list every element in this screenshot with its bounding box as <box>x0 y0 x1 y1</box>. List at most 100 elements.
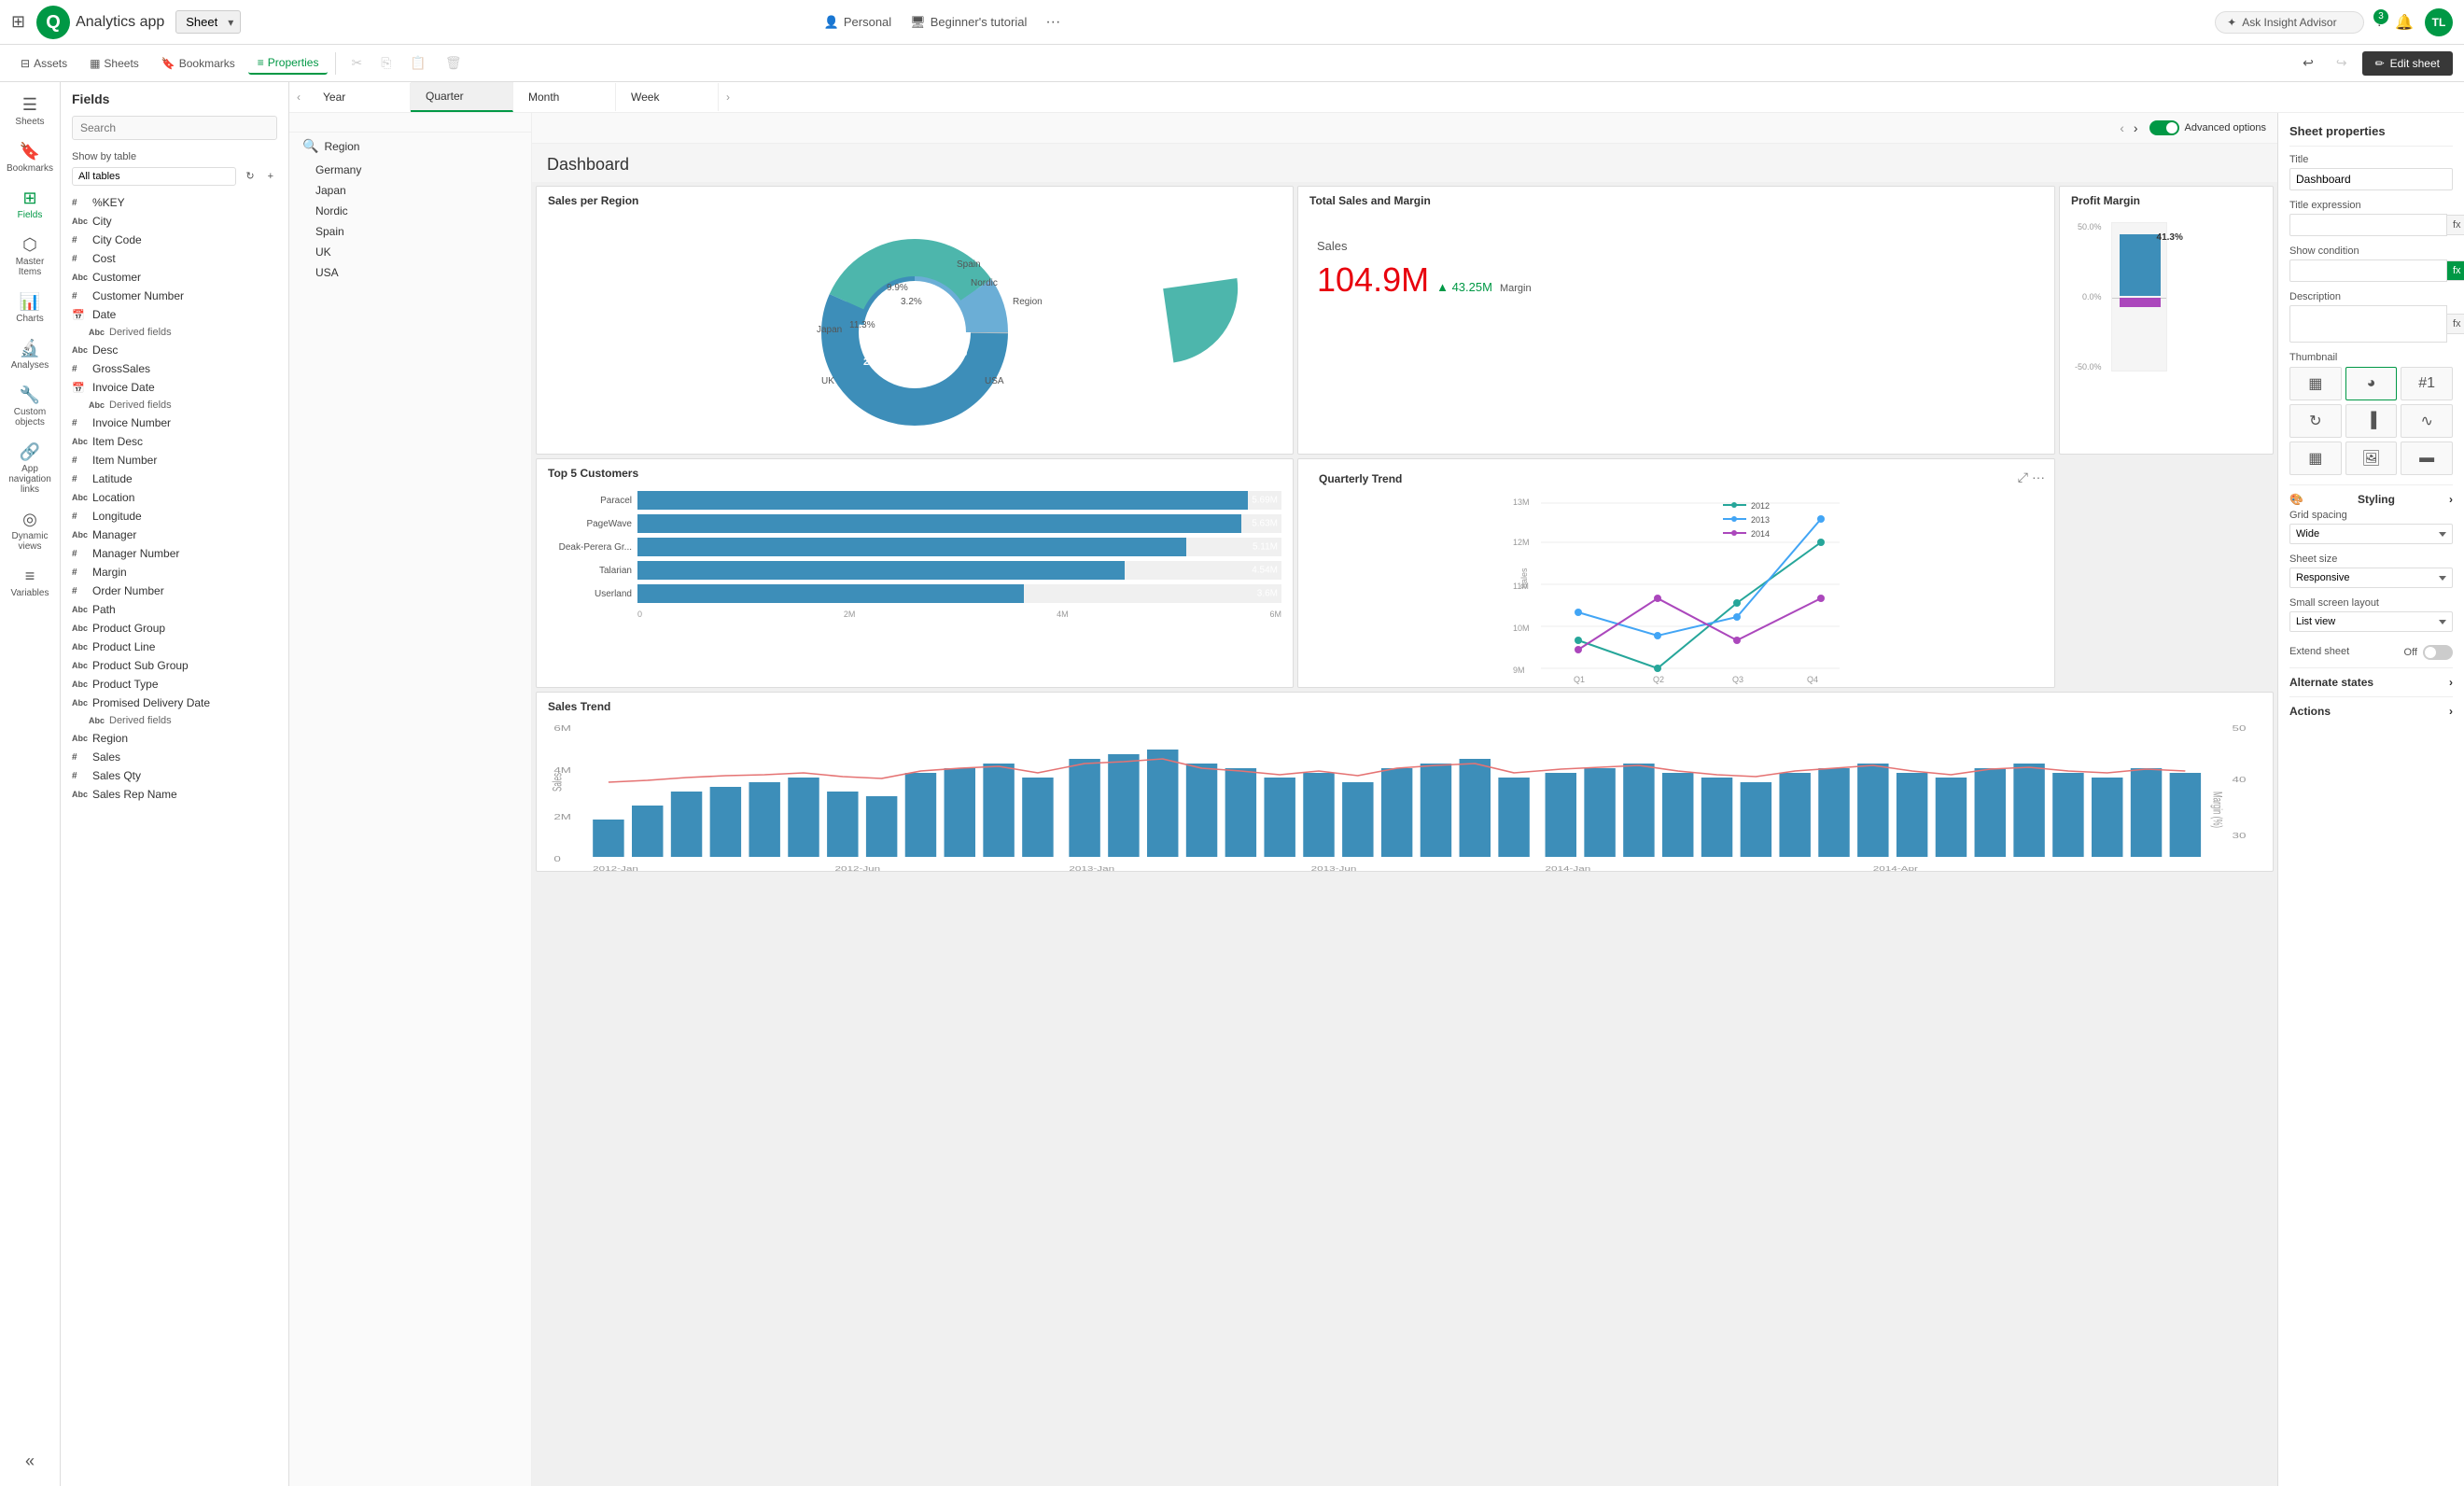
thumb-line[interactable]: ∿ <box>2401 404 2453 438</box>
region-japan[interactable]: Japan <box>302 180 531 201</box>
styling-section-header[interactable]: 🎨 Styling › <box>2289 484 2453 510</box>
field-region[interactable]: Abc Region <box>66 729 283 748</box>
prev-arrow[interactable]: ‹ <box>2116 119 2128 137</box>
prop-small-screen-select[interactable]: List view <box>2289 611 2453 632</box>
nav-personal[interactable]: 👤 Personal <box>824 15 892 30</box>
filter-quarter[interactable]: Quarter <box>411 82 513 112</box>
field-sales-qty[interactable]: # Sales Qty <box>66 766 283 785</box>
sheets-btn[interactable]: ▦ Sheets <box>80 53 148 74</box>
field-latitude[interactable]: # Latitude <box>66 470 283 488</box>
thumb-bar2[interactable]: ▬ <box>2401 442 2453 475</box>
region-nordic[interactable]: Nordic <box>302 201 531 221</box>
thumb-sheet2[interactable]: ▦ <box>2289 442 2342 475</box>
user-avatar[interactable]: TL <box>2425 8 2453 36</box>
fields-table-select[interactable]: All tables <box>72 167 236 186</box>
sidebar-item-fields[interactable]: ⊞ Fields <box>3 183 57 226</box>
filter-week[interactable]: Week <box>616 83 719 111</box>
region-uk[interactable]: UK <box>302 242 531 262</box>
advanced-toggle-switch[interactable] <box>2149 120 2179 135</box>
region-spain[interactable]: Spain <box>302 221 531 242</box>
extend-sheet-toggle[interactable] <box>2423 645 2453 660</box>
region-usa[interactable]: USA <box>302 262 531 283</box>
field-product-type[interactable]: Abc Product Type <box>66 675 283 694</box>
grid-icon[interactable]: ⊞ <box>11 12 25 32</box>
sheet-selector-wrapper[interactable]: Sheet <box>175 10 241 34</box>
thumb-refresh[interactable]: ↻ <box>2289 404 2342 438</box>
field-promised-delivery[interactable]: Abc Promised Delivery Date <box>66 694 283 712</box>
sheet-selector[interactable]: Sheet <box>175 10 241 34</box>
delete-btn[interactable]: 🗑 <box>438 51 469 75</box>
field-product-group[interactable]: Abc Product Group <box>66 619 283 638</box>
sidebar-item-app-nav[interactable]: 🔗 App navigation links <box>3 437 57 500</box>
thumb-number[interactable]: #1 <box>2401 367 2453 400</box>
field-sales-rep-name[interactable]: Abc Sales Rep Name <box>66 785 283 804</box>
filter-year[interactable]: Year <box>308 83 411 111</box>
field-invoice-date[interactable]: 📅 Invoice Date <box>66 378 283 397</box>
fields-refresh-btn[interactable]: ↻ <box>242 166 258 186</box>
undo-btn[interactable]: ↩ <box>2295 51 2321 75</box>
prop-title-input[interactable] <box>2289 168 2453 190</box>
sidebar-item-dynamic-views[interactable]: ◎ Dynamic views <box>3 504 57 557</box>
field-desc[interactable]: Abc Desc <box>66 341 283 359</box>
filter-month[interactable]: Month <box>513 83 616 111</box>
field-city[interactable]: Abc City <box>66 212 283 231</box>
field-margin[interactable]: # Margin <box>66 563 283 582</box>
prop-title-expr-fx-btn[interactable]: fx <box>2447 215 2464 235</box>
prop-title-expr-input[interactable] <box>2289 214 2447 236</box>
thumb-image[interactable]: 🖼 <box>2345 442 2398 475</box>
copy-btn[interactable]: ⎘ <box>373 51 399 75</box>
field-invoice-number[interactable]: # Invoice Number <box>66 414 283 432</box>
filter-prev-btn[interactable]: ‹ <box>289 91 308 104</box>
field-key[interactable]: # %KEY <box>66 193 283 212</box>
field-product-line[interactable]: Abc Product Line <box>66 638 283 656</box>
nav-more-btn[interactable]: ··· <box>1045 14 1060 31</box>
field-order-number[interactable]: # Order Number <box>66 582 283 600</box>
field-product-sub-group[interactable]: Abc Product Sub Group <box>66 656 283 675</box>
paste-btn[interactable]: 📋 <box>402 51 433 75</box>
field-grosssales[interactable]: # GrossSales <box>66 359 283 378</box>
quarterly-more-btn[interactable]: ··· <box>2032 470 2045 485</box>
sidebar-item-variables[interactable]: ≡ Variables <box>3 561 57 604</box>
fields-search-input[interactable] <box>72 116 277 140</box>
field-customer-number[interactable]: # Customer Number <box>66 287 283 305</box>
field-date-derived[interactable]: Abc Derived fields <box>66 324 283 341</box>
prop-show-condition-fx-btn[interactable]: fx <box>2447 260 2464 281</box>
field-cost[interactable]: # Cost <box>66 249 283 268</box>
field-manager-number[interactable]: # Manager Number <box>66 544 283 563</box>
prop-description-fx-btn[interactable]: fx <box>2447 314 2464 334</box>
assets-btn[interactable]: ⊟ Assets <box>11 53 77 74</box>
sidebar-collapse-btn[interactable]: « <box>3 1446 57 1477</box>
thumb-sheet[interactable]: ▦ <box>2289 367 2342 400</box>
field-item-number[interactable]: # Item Number <box>66 451 283 470</box>
prop-show-condition-input[interactable] <box>2289 259 2447 282</box>
field-city-code[interactable]: # City Code <box>66 231 283 249</box>
prop-description-input[interactable] <box>2289 305 2447 343</box>
advanced-toggle[interactable]: Advanced options <box>2149 120 2266 135</box>
field-longitude[interactable]: # Longitude <box>66 507 283 526</box>
sidebar-item-custom-objects[interactable]: 🔧 Custom objects <box>3 380 57 433</box>
region-germany[interactable]: Germany <box>302 160 531 180</box>
field-path[interactable]: Abc Path <box>66 600 283 619</box>
quarterly-expand-btn[interactable]: ⤢ <box>2018 470 2028 485</box>
cut-btn[interactable]: ✂ <box>343 51 370 75</box>
field-manager[interactable]: Abc Manager <box>66 526 283 544</box>
field-promised-derived[interactable]: Abc Derived fields <box>66 712 283 729</box>
sidebar-item-sheets[interactable]: ☰ Sheets <box>3 90 57 133</box>
field-customer[interactable]: Abc Customer <box>66 268 283 287</box>
next-arrow[interactable]: › <box>2130 119 2142 137</box>
field-date[interactable]: 📅 Date <box>66 305 283 324</box>
properties-btn[interactable]: ≡ Properties <box>248 52 329 75</box>
actions-header[interactable]: Actions › <box>2289 696 2453 722</box>
bookmarks-btn[interactable]: 🔖 Bookmarks <box>152 53 245 74</box>
thumb-pie[interactable]: ◕ <box>2345 367 2398 400</box>
field-location[interactable]: Abc Location <box>66 488 283 507</box>
fields-add-btn[interactable]: + <box>264 167 277 186</box>
prop-sheet-size-select[interactable]: Responsive <box>2289 568 2453 588</box>
sidebar-item-charts[interactable]: 📊 Charts <box>3 287 57 329</box>
alternate-states-header[interactable]: Alternate states › <box>2289 667 2453 693</box>
thumb-bar[interactable]: ▐ <box>2345 404 2398 438</box>
notifications-btn[interactable]: 🔔 <box>2395 13 2414 32</box>
sidebar-item-analyses[interactable]: 🔬 Analyses <box>3 333 57 376</box>
nav-tutorial[interactable]: 🖥 Beginner's tutorial <box>910 15 1027 30</box>
field-item-desc[interactable]: Abc Item Desc <box>66 432 283 451</box>
